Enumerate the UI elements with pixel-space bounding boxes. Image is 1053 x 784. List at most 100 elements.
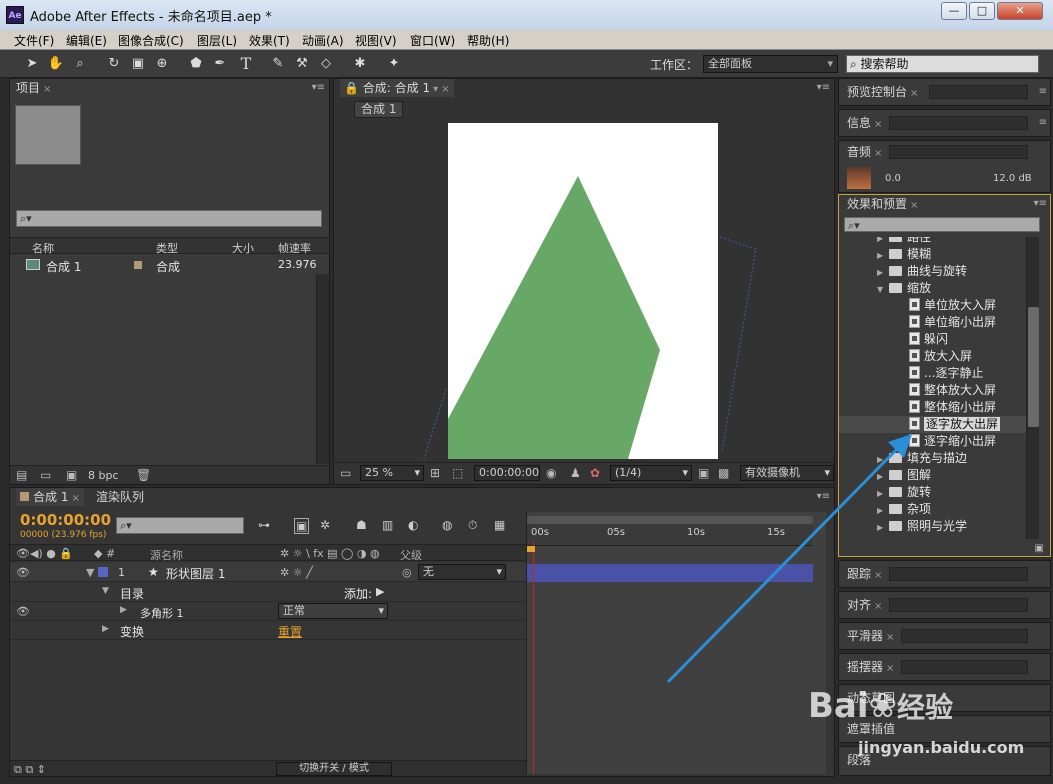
panel-menu-icon[interactable]: ▾≡ bbox=[1034, 198, 1047, 209]
bpc-label[interactable]: 8 bpc bbox=[88, 469, 119, 482]
blend-mode-select[interactable]: 正常 ▾ bbox=[278, 603, 388, 619]
close-icon[interactable]: × bbox=[874, 119, 882, 130]
twirl-closed-icon[interactable]: ▶ bbox=[877, 247, 889, 264]
layer-name[interactable]: 形状图层 1 bbox=[166, 565, 225, 582]
menu-layer[interactable]: 图层(L) bbox=[197, 32, 237, 49]
menu-animation[interactable]: 动画(A) bbox=[302, 32, 344, 49]
add-label[interactable]: 添加: bbox=[344, 585, 372, 602]
mask-toggle-icon[interactable]: ⬚ bbox=[452, 466, 463, 480]
menu-edit[interactable]: 编辑(E) bbox=[66, 32, 107, 49]
twirl-open-icon[interactable]: ▼ bbox=[102, 586, 109, 596]
comp-subtab[interactable]: 合成 1 bbox=[354, 101, 404, 118]
close-icon[interactable]: × bbox=[910, 88, 918, 99]
show-snapshot-icon[interactable]: ♟ bbox=[570, 466, 581, 480]
trash-icon[interactable]: 🗑 bbox=[136, 468, 151, 482]
effects-scrollbar[interactable] bbox=[1026, 237, 1039, 539]
zoom-select[interactable]: 25 % ▾ bbox=[360, 465, 424, 481]
effects-tree-item[interactable]: ...逐字静止 bbox=[839, 365, 1026, 382]
col-fps[interactable]: 帧速率 bbox=[278, 240, 311, 256]
project-scrollbar[interactable] bbox=[316, 274, 329, 464]
rotate-tool-icon[interactable]: ↻ bbox=[104, 54, 124, 74]
eraser-tool-icon[interactable]: ◇ bbox=[316, 54, 336, 74]
timeline-search-input[interactable]: ⌕▾ bbox=[116, 517, 244, 534]
panel-menu-icon[interactable]: ≡ bbox=[1039, 86, 1047, 97]
pin-tool-icon[interactable]: ✦ bbox=[384, 54, 404, 74]
comp-mini-flowchart-icon[interactable]: ⊶ bbox=[258, 518, 270, 532]
effects-search-input[interactable]: ⌕▾ bbox=[844, 217, 1040, 232]
menu-file[interactable]: 文件(F) bbox=[14, 32, 54, 49]
close-icon[interactable]: × bbox=[43, 84, 51, 95]
channel-icon[interactable]: ✿ bbox=[590, 466, 600, 480]
always-preview-icon[interactable]: ▭ bbox=[340, 466, 351, 480]
menu-window[interactable]: 窗口(W) bbox=[410, 32, 455, 49]
minimize-button[interactable]: — bbox=[941, 2, 967, 20]
shy-switch-icon[interactable]: ✲ ☼ ╱ bbox=[280, 566, 313, 579]
close-icon[interactable]: × bbox=[910, 200, 918, 211]
footer-toggle-icons[interactable]: ⧉ ⧉ ⇕ bbox=[14, 763, 46, 777]
col-parent[interactable]: 父级 bbox=[400, 547, 422, 563]
twirl-open-icon[interactable]: ▼ bbox=[86, 566, 94, 579]
menu-view[interactable]: 视图(V) bbox=[355, 32, 397, 49]
interpret-footage-icon[interactable]: ▤ bbox=[16, 468, 27, 482]
effects-tree-item[interactable]: ▼ 缩放 bbox=[839, 280, 1026, 297]
workspace-select[interactable]: 全部面板 ▾ bbox=[703, 55, 838, 73]
col-type[interactable]: 类型 bbox=[156, 240, 178, 256]
motion-blur-icon[interactable]: ◐ bbox=[408, 518, 418, 532]
tab-timeline-comp[interactable]: 合成 1 × bbox=[16, 488, 84, 506]
menu-help[interactable]: 帮助(H) bbox=[467, 32, 509, 49]
new-preset-icon[interactable]: ▣ bbox=[1035, 543, 1044, 554]
add-menu-icon[interactable]: ▶ bbox=[376, 585, 384, 598]
effects-tree-item[interactable]: 躲闪 bbox=[839, 331, 1026, 348]
project-item-row[interactable]: 合成 1 合成 23.976 bbox=[10, 256, 317, 274]
zoom-tool-icon[interactable]: ⌕ bbox=[70, 54, 90, 74]
reset-link[interactable]: 重置 bbox=[278, 623, 302, 640]
tab-preview[interactable]: 预览控制台 × bbox=[843, 83, 922, 101]
effects-tree-item[interactable]: ▶ 曲线与旋转 bbox=[839, 263, 1026, 280]
twirl-open-icon[interactable]: ▼ bbox=[877, 281, 889, 298]
hand-tool-icon[interactable]: ✋ bbox=[46, 54, 66, 74]
col-name[interactable]: 名称 bbox=[32, 240, 54, 256]
clone-tool-icon[interactable]: ⚒ bbox=[292, 54, 312, 74]
menu-composition[interactable]: 图像合成(C) bbox=[118, 32, 184, 49]
pen-tool-icon[interactable]: ✒ bbox=[210, 54, 230, 74]
auto-keyframe-icon[interactable]: ⏱ bbox=[468, 518, 477, 533]
eye-icon[interactable]: 👁 bbox=[16, 605, 30, 618]
current-time-indicator[interactable] bbox=[533, 542, 534, 774]
effects-tree-item[interactable]: 整体放大入屏 bbox=[839, 382, 1026, 399]
close-icon[interactable]: × bbox=[874, 148, 882, 159]
time-marker-icon[interactable] bbox=[527, 546, 535, 552]
eye-icon[interactable]: 👁 bbox=[16, 566, 30, 579]
frame-blending-icon[interactable]: ▥ bbox=[382, 518, 393, 532]
maximize-button[interactable]: □ bbox=[969, 2, 995, 20]
label-tag-icon[interactable]: ◆ # bbox=[94, 547, 115, 560]
current-time-display[interactable]: 0:00:00:00 bbox=[474, 465, 540, 481]
parent-select[interactable]: 无 ▾ bbox=[418, 564, 506, 580]
snapshot-icon[interactable]: ◉ bbox=[546, 466, 556, 480]
close-icon[interactable]: ▾ × bbox=[433, 84, 450, 95]
new-folder-icon[interactable]: ▭ bbox=[40, 468, 51, 482]
twirl-closed-icon[interactable]: ▶ bbox=[877, 264, 889, 281]
brainstorm-icon[interactable]: ◍ bbox=[442, 518, 452, 532]
panel-menu-icon[interactable]: ▾≡ bbox=[817, 82, 830, 93]
twirl-closed-icon[interactable]: ▶ bbox=[102, 624, 109, 634]
camera-tool-icon[interactable]: ▣ bbox=[128, 54, 148, 74]
col-size[interactable]: 大小 bbox=[232, 240, 254, 256]
layer-switches-icon[interactable]: ✲ ☼ \ fx ▤ ◯ ◑ ◍ bbox=[280, 547, 380, 560]
pan-behind-tool-icon[interactable]: ⊕ bbox=[152, 54, 172, 74]
av-switches-icon[interactable]: 👁◀) ● 🔒 bbox=[16, 547, 73, 560]
effects-tree-item[interactable]: 整体缩小出屏 bbox=[839, 399, 1026, 416]
panel-menu-icon[interactable]: ≡ bbox=[1039, 117, 1047, 128]
live-update-icon[interactable]: ▣ bbox=[294, 518, 310, 534]
grid-icon[interactable]: ⊞ bbox=[430, 466, 440, 480]
layer-label-color[interactable] bbox=[98, 567, 108, 577]
tab-composition[interactable]: 🔒 合成: 合成 1 ▾ × bbox=[340, 79, 454, 97]
puppet-tool-icon[interactable]: ✱ bbox=[350, 54, 370, 74]
tab-info[interactable]: 信息 × bbox=[843, 114, 886, 132]
close-icon[interactable]: × bbox=[71, 493, 79, 504]
toggle-switches-modes-button[interactable]: 切换开关 / 模式 bbox=[276, 762, 392, 776]
composition-viewer[interactable] bbox=[334, 119, 834, 459]
menu-effect[interactable]: 效果(T) bbox=[249, 32, 290, 49]
tab-audio[interactable]: 音频 × bbox=[843, 143, 886, 161]
tab-effects[interactable]: 效果和预置 × bbox=[843, 195, 922, 213]
col-source-name[interactable]: 源名称 bbox=[150, 547, 183, 563]
